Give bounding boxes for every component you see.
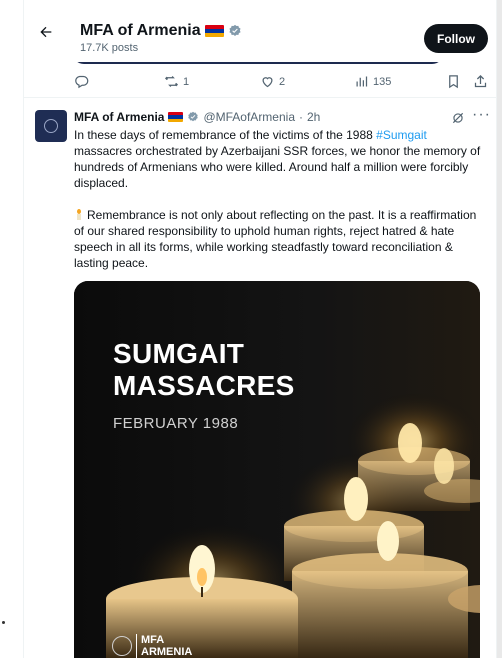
views-button[interactable]: 135	[354, 74, 391, 89]
reply-icon	[75, 75, 89, 89]
heart-icon	[262, 77, 273, 88]
follow-button[interactable]: Follow	[424, 24, 488, 53]
tweet-image[interactable]: SUMGAIT MASSACRES FEBRUARY 1988 MFA ARME…	[74, 281, 480, 658]
tweet-author-name[interactable]: MFA of Armenia	[74, 110, 164, 124]
bookmark-button[interactable]	[446, 74, 461, 89]
gutter-dot	[2, 621, 5, 624]
share-icon	[474, 74, 487, 88]
verified-badge-icon	[188, 111, 199, 122]
profile-header: MFA of Armenia 17.7K posts Follow	[24, 14, 496, 62]
verified-badge-icon	[229, 24, 241, 36]
hashtag-link[interactable]: #Sumgait	[376, 128, 427, 142]
media-date: FEBRUARY 1988	[113, 415, 239, 432]
tweet-text-part: In these days of remembrance of the vict…	[74, 128, 377, 142]
tweet-handle[interactable]: @MFAofArmenia	[203, 110, 295, 124]
tweet-paragraph-1: In these days of remembrance of the vict…	[74, 127, 486, 191]
retweet-count: 1	[183, 75, 190, 88]
arrow-left-icon	[40, 26, 52, 38]
media-title: SUMGAIT MASSACRES	[113, 338, 295, 402]
retweet-button[interactable]: 1	[164, 74, 189, 89]
bookmark-icon	[449, 75, 458, 89]
tweet-time[interactable]: 2h	[307, 110, 320, 124]
post-divider	[24, 97, 496, 98]
more-icon[interactable]: ···	[472, 107, 490, 125]
tweet-separator: ·	[299, 110, 303, 124]
back-button[interactable]	[32, 18, 60, 46]
previous-post-actions: 1 2 135	[24, 70, 496, 98]
reply-button[interactable]	[74, 74, 89, 89]
like-count: 2	[279, 75, 286, 88]
grok-icon[interactable]	[451, 111, 465, 125]
armenia-crest-icon	[112, 636, 132, 656]
media-title-line: SUMGAIT	[113, 338, 245, 369]
armenia-flag-icon	[204, 25, 224, 37]
retweet-icon	[164, 76, 179, 87]
avatar[interactable]	[35, 110, 67, 142]
views-icon	[356, 76, 368, 87]
tweet-text: In these days of remembrance of the vict…	[74, 127, 486, 271]
mfa-seal-icon	[44, 119, 58, 133]
like-button[interactable]: 2	[260, 74, 285, 89]
left-gutter	[0, 0, 24, 658]
candle-emoji-icon	[74, 209, 84, 220]
tweet-text-part: massacres orchestrated by Azerbaijani SS…	[74, 144, 481, 190]
tweet-paragraph-2: Remembrance is not only about reflecting…	[74, 207, 486, 271]
mfa-logo-text: MFA ARMENIA	[136, 634, 192, 658]
timeline-column: MFA of Armenia 17.7K posts Follow 1 2 13…	[24, 0, 497, 658]
mfa-logo-line: MFA	[141, 634, 165, 646]
tweet-text-part: Remembrance is not only about reflecting…	[74, 208, 477, 270]
mfa-logo-line: ARMENIA	[141, 646, 193, 658]
right-gutter	[497, 0, 502, 658]
profile-name: MFA of Armenia	[80, 22, 201, 39]
tweet-header: MFA of Armenia @MFAofArmenia · 2h	[74, 110, 320, 124]
view-count: 135	[373, 75, 392, 88]
mfa-logo: MFA ARMENIA	[112, 634, 192, 658]
share-button[interactable]	[473, 74, 488, 89]
media-title-line: MASSACRES	[113, 370, 295, 401]
post-count: 17.7K posts	[80, 42, 139, 54]
header-title: MFA of Armenia	[80, 22, 242, 40]
armenia-flag-icon	[168, 112, 184, 122]
